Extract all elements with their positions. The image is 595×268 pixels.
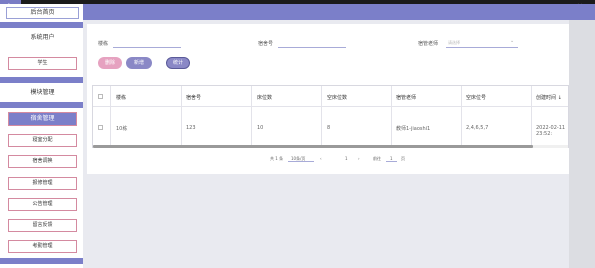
col-bed-count: 床位数 (257, 95, 273, 101)
column-divider (461, 86, 462, 145)
prev-page-icon[interactable]: ‹ (320, 156, 322, 161)
col-building: 楼栋 (116, 95, 127, 101)
sidebar-home[interactable]: 后台首页 (6, 7, 79, 19)
next-page-icon[interactable]: › (358, 156, 360, 161)
goto-label: 前往 (373, 156, 381, 161)
right-gutter (569, 20, 595, 268)
current-page[interactable]: 1 (345, 156, 348, 161)
building-input[interactable] (113, 47, 181, 48)
sidebar-divider (0, 22, 83, 28)
cell-empty-bed-numbers: 2,4,6,5,7 (466, 125, 489, 131)
sidebar-divider (0, 102, 83, 108)
horizontal-scrollbar[interactable] (93, 145, 568, 148)
sidebar-item-attendance[interactable]: 考勤管理 (8, 240, 77, 253)
cell-bed-count: 10 (257, 125, 264, 131)
add-button[interactable]: 新增 (126, 57, 152, 69)
select-all-checkbox[interactable] (98, 94, 103, 99)
cell-dorm-teacher: 教师1-jiaoshi1 (396, 126, 431, 132)
column-divider (321, 86, 322, 145)
top-header (83, 4, 595, 20)
building-label: 楼栋 (98, 41, 109, 47)
goto-suffix: 页 (401, 156, 405, 161)
cell-building: 10栋 (116, 126, 128, 132)
page-size-label: 10条/页 (291, 156, 306, 161)
sidebar-item-room-allocation[interactable]: 寝室分配 (8, 134, 77, 147)
sidebar-item-students[interactable]: 学生 (8, 57, 77, 70)
chevron-down-icon: ⌄ (510, 38, 515, 44)
sidebar-item-feedback[interactable]: 留言反馈 (8, 219, 77, 232)
sidebar-group-system-users[interactable]: 系统用户 (6, 32, 79, 44)
cell-empty-beds: 8 (327, 125, 331, 131)
room-number-label: 宿舍号 (258, 41, 274, 47)
column-divider (391, 86, 392, 145)
col-dorm-teacher: 宿管老师 (396, 95, 417, 101)
pagination-total: 共 1 条 (270, 156, 284, 161)
sidebar: 后台首页 系统用户 学生 模块管理 宿舍管理 寝室分配 宿舍调换 报修管理 公告… (0, 4, 83, 268)
dorm-teacher-select[interactable] (446, 47, 518, 48)
goto-value: 1 (390, 156, 393, 161)
cell-room-number: 123 (186, 125, 196, 131)
sidebar-item-repairs[interactable]: 报修管理 (8, 177, 77, 190)
row-checkbox[interactable] (98, 125, 103, 130)
column-divider (110, 86, 111, 145)
col-empty-bed-numbers: 空床位号 (466, 95, 487, 101)
column-divider (251, 86, 252, 145)
table-header: 楼栋 宿舍号 床位数 空床位数 宿管老师 空床位号 创建时间 ↓ (93, 86, 568, 107)
column-divider (531, 86, 532, 145)
sidebar-divider (0, 77, 83, 83)
col-room-number: 宿舍号 (186, 95, 202, 101)
sidebar-group-modules[interactable]: 模块管理 (6, 87, 79, 99)
column-divider (181, 86, 182, 145)
sidebar-divider (0, 258, 83, 264)
sidebar-item-dorm-management[interactable]: 宿舍管理 (8, 112, 77, 126)
delete-button[interactable]: 删除 (98, 57, 122, 69)
cell-created-time: 2022-02-11 23:52: (536, 125, 566, 137)
col-created-time[interactable]: 创建时间 ↓ (536, 94, 562, 101)
table-row[interactable]: 10栋 123 10 8 教师1-jiaoshi1 2,4,6,5,7 2022… (93, 107, 568, 145)
sidebar-item-notices[interactable]: 公告管理 (8, 198, 77, 211)
stats-button[interactable]: 统计 (166, 57, 190, 69)
col-empty-beds: 空床位数 (327, 95, 348, 101)
scrollbar-thumb[interactable] (93, 145, 533, 148)
data-table: 楼栋 宿舍号 床位数 空床位数 宿管老师 空床位号 创建时间 ↓ 10栋 123… (92, 85, 569, 148)
dorm-teacher-label: 宿管老师 (418, 41, 439, 47)
sidebar-item-dorm-swap[interactable]: 宿舍调换 (8, 155, 77, 168)
room-number-input[interactable] (278, 47, 346, 48)
dorm-teacher-placeholder: 请选择 (448, 40, 460, 45)
